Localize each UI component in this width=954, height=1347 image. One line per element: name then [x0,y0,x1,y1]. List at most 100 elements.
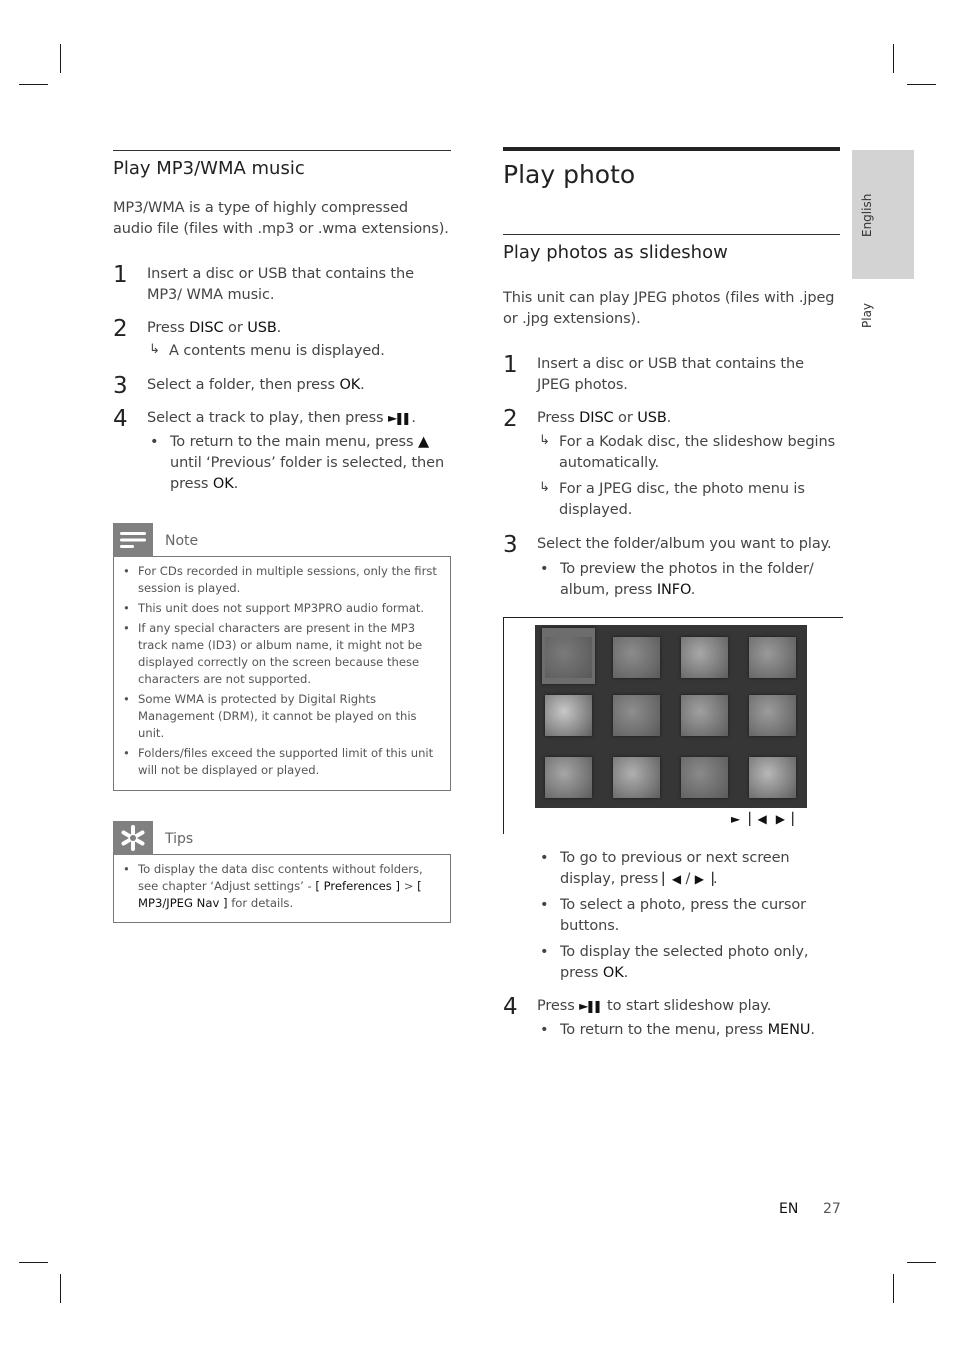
disc-key: DISC [579,410,614,426]
note-text: For CDs recorded in multiple sessions, o… [138,564,437,595]
intro-text: This unit can play JPEG photos (files wi… [503,290,835,327]
bullet-icon: • [540,850,549,866]
bullet-icon: • [540,561,549,577]
step-text: Insert a disc or USB that contains the J… [537,356,804,393]
ok-key: OK [602,965,624,981]
note-body: • For CDs recorded in multiple sessions, … [113,557,451,791]
photo-thumbnail-foliage[interactable] [613,695,660,736]
note-text: Some WMA is protected by Digital Rights … [138,692,417,740]
step-text: . [276,320,282,336]
step-number: 3 [503,532,518,558]
step-1: 1 Insert a disc or USB that contains the… [113,262,451,306]
intro-text: MP3/WMA is a type of highly compressed a… [113,200,449,237]
result-text: For a Kodak disc, the slideshow begins a… [559,434,836,471]
photo-thumbnail-beach[interactable] [613,757,660,798]
preferences-menu-ref: [ Preferences ] [315,879,401,893]
left-column: Play MP3/WMA music MP3/WMA is a type of … [113,150,451,923]
crop-mark [19,84,48,85]
bullet-icon: • [123,862,130,876]
photo-thumbnail-palace[interactable] [749,695,796,736]
step-2: 2 Press DISC or USB. [113,316,451,342]
bullet-icon: • [540,897,549,913]
step-number: 2 [503,406,518,432]
photo-thumbnail-rock-texture[interactable] [613,637,660,678]
photo-thumbnail-sea-boat[interactable] [681,637,728,678]
bullet-text: To select a photo, press the cursor butt… [560,897,807,934]
step-text: or [613,410,638,426]
step-text: to start slideshow play. [602,998,772,1014]
photo-thumbnail-family[interactable] [749,757,796,798]
step-text: Insert a disc or USB that contains the M… [147,266,414,303]
right-column: Play photo Play photos as slideshow This… [503,147,843,1041]
bullet-text: To display the selected photo only, pres… [560,944,809,981]
play-icon: ► [731,812,740,826]
bullet-icon: • [540,944,549,960]
step-text: Press [147,320,190,336]
step-number: 4 [503,994,518,1020]
crop-mark [893,44,894,73]
step-bullet: • To return to the menu, press MENU. [537,1020,840,1041]
step-text: Press [537,998,580,1014]
section-title: Play photos as slideshow [503,242,728,263]
ok-key: OK [212,476,234,492]
step-bullet: • To return to the main menu, press ▲ un… [147,432,451,495]
step-text: . [666,410,672,426]
bullet-text: / [680,871,695,887]
step-1: 1 Insert a disc or USB that contains the… [503,352,840,396]
disc-key: DISC [189,320,224,336]
tips-box: Tips • To display the data disc contents… [113,821,451,923]
bullet-text: To return to the main menu, press [170,434,418,450]
bullet-icon: • [123,601,130,615]
next-icon: ▶▕ [775,812,793,826]
step-number: 2 [113,316,128,342]
step-bullet: • To go to previous or next screen displ… [537,848,840,890]
bullet-text: . [713,871,718,887]
bullet-text: To return to the menu, press [560,1022,768,1038]
note-item: • For CDs recorded in multiple sessions, … [122,563,440,597]
photo-thumbnail-pebbles[interactable] [545,757,592,798]
menu-key: MENU [767,1022,811,1038]
ok-key: OK [339,377,361,393]
result-arrow-icon: ↳ [149,342,160,357]
play-pause-icon: ►❚❚ [388,411,411,425]
note-lines-icon [113,523,153,557]
asterisk-icon [113,821,153,855]
note-text: If any special characters are present in… [138,621,423,686]
step-bullet: • To display the selected photo only, pr… [537,942,840,984]
tip-text: > [400,879,418,893]
tip-text: for details. [227,896,294,910]
section-rule [113,150,451,151]
title-rule [503,147,840,151]
note-text: Folders/files exceed the supported limit… [138,746,434,777]
usb-key: USB [247,320,277,336]
step-number: 4 [113,406,128,432]
step-4: 4 Press ►❚❚ to start slideshow play. [503,994,840,1020]
bullet-text: . [233,476,239,492]
bullet-icon: • [123,692,130,706]
photo-thumbnail-girl-portrait[interactable] [545,695,592,736]
photo-thumbnail-leaves[interactable] [749,637,796,678]
note-header: Note [113,523,451,557]
play-pause-icon: ►❚❚ [579,999,602,1013]
page-title: Play photo [503,160,636,189]
bullet-text: . [623,965,629,981]
photo-thumbnail-castle[interactable] [681,695,728,736]
tab-english: English [860,193,874,237]
up-arrow-icon: ▲ [417,434,430,450]
bullet-icon: • [150,434,159,450]
section-rule [503,234,840,235]
photo-thumbnail-grid [535,625,807,808]
step-bullet: • To select a photo, press the cursor bu… [537,895,840,937]
step-4: 4 Select a track to play, then press ►❚❚… [113,406,451,432]
info-key: INFO [656,582,691,598]
crop-mark [907,1262,936,1263]
bullet-text: . [810,1022,815,1038]
previous-icon: ▏◀ [662,872,681,886]
navigation-controls: ► ▏◀ ▶▕ [731,812,793,826]
photo-thumbnail-flower-field[interactable] [681,757,728,798]
step-2: 2 Press DISC or USB. [503,406,840,432]
photo-thumbnail-spinning-top[interactable] [545,637,592,678]
crop-mark [907,84,936,85]
step-number: 1 [503,352,518,378]
page-number: 27 [823,1201,841,1217]
